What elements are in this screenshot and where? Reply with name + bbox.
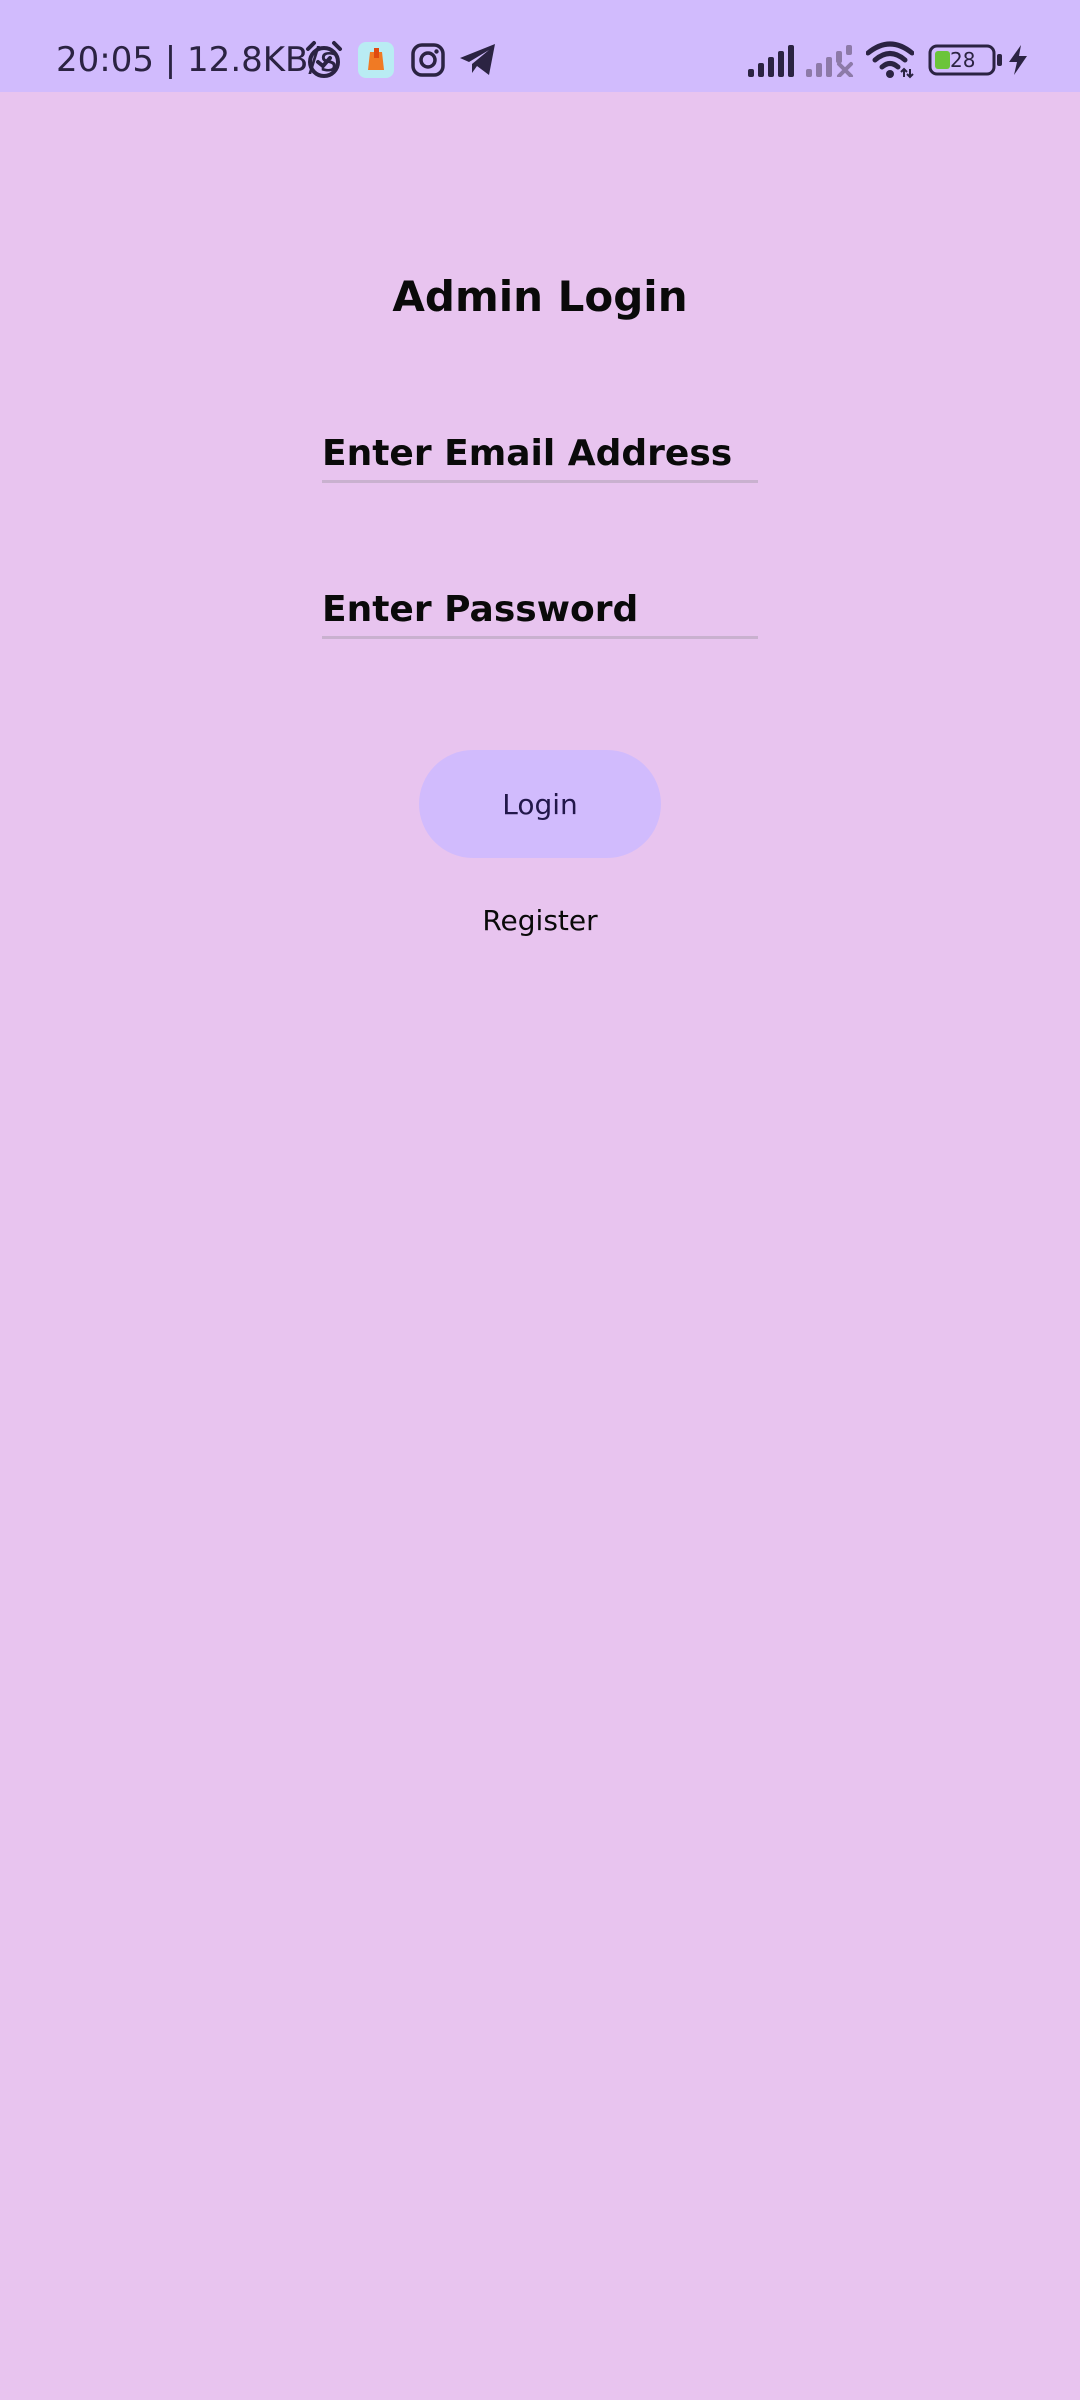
battery-level: 28 [950, 48, 976, 72]
charging-icon [1006, 38, 1030, 82]
signal-icon [748, 38, 796, 82]
password-field[interactable]: Enter Password [322, 576, 758, 639]
login-button-label: Login [502, 787, 578, 821]
status-bar: 20:05 | 12.8KB/s 28 [0, 0, 1080, 92]
login-button[interactable]: Login [419, 750, 661, 858]
instagram-icon [410, 38, 446, 82]
signal-no-service-icon [806, 38, 856, 82]
wifi-icon [866, 38, 914, 82]
status-time: 20:05 | 12.8KB/s [56, 40, 338, 80]
register-link-label: Register [482, 904, 598, 937]
register-link[interactable]: Register [0, 904, 1080, 937]
app-notification-icon [358, 38, 394, 82]
page-title: Admin Login [392, 272, 688, 321]
alarm-icon [304, 38, 344, 82]
battery-icon: 28 [928, 38, 1004, 82]
email-field[interactable]: Enter Email Address [322, 420, 758, 483]
email-placeholder: Enter Email Address [322, 433, 733, 474]
telegram-icon [458, 38, 498, 82]
password-placeholder: Enter Password [322, 589, 639, 630]
